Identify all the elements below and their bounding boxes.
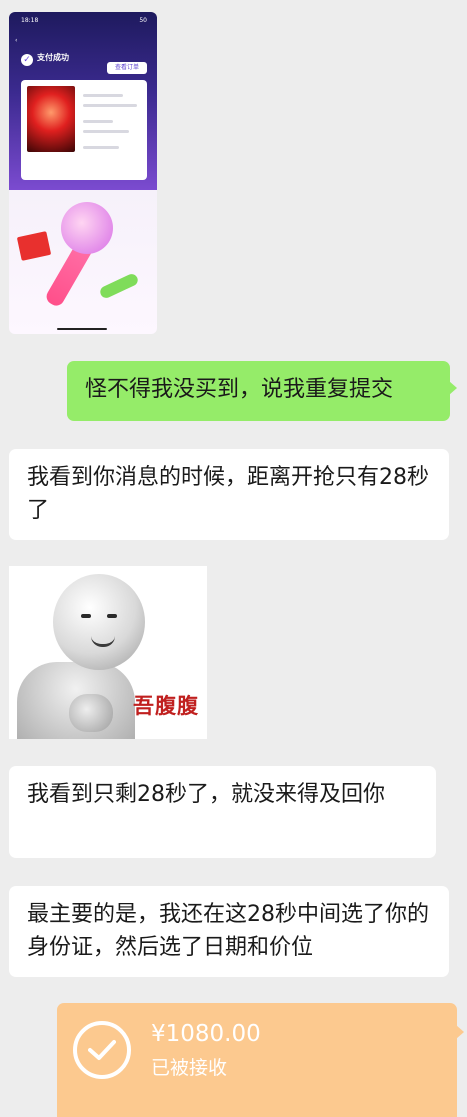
ticket-screenshot-image[interactable]: 18:18 50 ‹ ✓ 支付成功 查看订单 [9,12,157,334]
sticker-head [53,574,145,670]
message-received-1[interactable]: 我看到你消息的时候，距离开抢只有28秒了 [9,449,449,540]
screenshot-battery: 50 [139,17,147,24]
transfer-amount: ¥1080.00 [151,1021,261,1047]
message-text: 我看到你消息的时候，距离开抢只有28秒了 [27,465,429,523]
payment-success-title: 支付成功 [37,53,69,62]
sticker-image[interactable]: 吾腹腹 [9,566,207,739]
flag-icon [16,231,52,261]
back-icon: ‹ [15,37,18,44]
message-text: 最主要的是，我还在这28秒中间选了你的身份证，然后选了日期和价位 [27,902,429,960]
screenshot-time: 18:18 [21,17,39,24]
message-sent-1[interactable]: 怪不得我没买到，说我重复提交 [67,361,457,421]
lightstick-icon [61,202,113,254]
message-received-3[interactable]: 最主要的是，我还在这28秒中间选了你的身份证，然后选了日期和价位 [9,886,449,977]
message-received-2[interactable]: 我看到只剩28秒了，就没来得及回你 [9,766,436,858]
message-text: 我看到只剩28秒了，就没来得及回你 [27,782,385,807]
transfer-card[interactable]: ¥1080.00 已被接收 [57,1003,464,1117]
home-indicator [57,328,107,330]
sticker-caption: 吾腹腹 [133,694,199,718]
check-icon: ✓ [21,54,33,66]
view-order-button: 查看订单 [107,62,147,74]
transfer-status: 已被接收 [151,1057,228,1079]
check-circle-icon [73,1021,131,1079]
ticket-card [21,80,147,180]
message-text: 怪不得我没买到，说我重复提交 [85,377,394,402]
promo-illustration [9,190,157,334]
screenshot-header: 18:18 50 ‹ ✓ 支付成功 查看订单 [9,12,157,190]
concert-poster [27,86,75,152]
